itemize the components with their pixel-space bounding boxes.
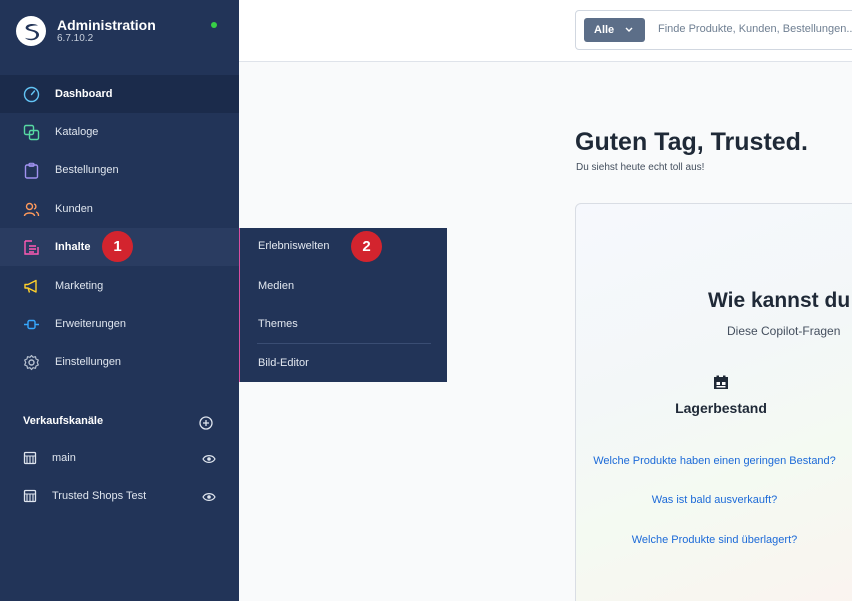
- chevron-down-icon: [625, 27, 633, 32]
- copilot-question-link[interactable]: Was ist bald ausverkauft?: [576, 492, 852, 509]
- gear-icon: [23, 354, 40, 371]
- copilot-card: Wie kannst du Diese Copilot-Fragen Lager…: [575, 203, 852, 601]
- topbar: Alle: [239, 0, 852, 62]
- page-subtitle: Du siehst heute echt toll aus!: [576, 162, 705, 173]
- app-version: 6.7.10.2: [57, 33, 94, 44]
- warehouse-icon: [714, 375, 728, 389]
- app-title: Administration: [57, 17, 156, 33]
- flyout-item-medien[interactable]: Medien: [258, 280, 294, 292]
- gauge-icon: [23, 86, 40, 103]
- catalog-icon: [23, 124, 40, 141]
- megaphone-icon: [23, 278, 40, 295]
- nav-label: Bestellungen: [55, 164, 119, 176]
- step-badge-2: 2: [351, 231, 382, 262]
- storefront-icon: [23, 489, 37, 503]
- search-input[interactable]: [658, 23, 852, 35]
- nav-label: Marketing: [55, 280, 104, 292]
- nav-label: Kataloge: [55, 126, 99, 138]
- eye-icon[interactable]: [202, 453, 216, 465]
- flyout-item-bild-editor[interactable]: Bild-Editor: [258, 357, 309, 369]
- plug-icon: [23, 316, 40, 333]
- copilot-subtitle: Diese Copilot-Fragen: [727, 324, 841, 338]
- shopware-logo-icon: [16, 16, 46, 46]
- sales-channels-heading: Verkaufskanäle: [23, 415, 104, 427]
- global-search[interactable]: Alle: [575, 10, 852, 50]
- content-flyout-menu: Erlebniswelten Medien Themes Bild-Editor: [239, 228, 447, 382]
- copilot-category: Lagerbestand: [675, 400, 767, 416]
- sidebar: Administration 6.7.10.2 Dashboard Katalo…: [0, 0, 239, 601]
- search-type-label: Alle: [594, 24, 615, 36]
- add-sales-channel-icon[interactable]: [199, 416, 213, 430]
- nav-item-erweiterungen[interactable]: Erweiterungen: [0, 305, 239, 343]
- nav-item-kataloge[interactable]: Kataloge: [0, 113, 239, 151]
- nav-label: Einstellungen: [55, 356, 122, 368]
- nav-item-kunden[interactable]: Kunden: [0, 190, 239, 228]
- nav-label: Dashboard: [55, 88, 113, 100]
- nav-item-bestellungen[interactable]: Bestellungen: [0, 151, 239, 189]
- clipboard-icon: [23, 162, 40, 179]
- eye-icon[interactable]: [202, 491, 216, 503]
- flyout-item-erlebniswelten[interactable]: Erlebniswelten: [258, 240, 330, 252]
- storefront-icon: [23, 451, 37, 465]
- step-badge-1: 1: [102, 231, 133, 262]
- page-title: Guten Tag, Trusted.: [575, 128, 808, 156]
- nav-item-marketing[interactable]: Marketing: [0, 267, 239, 305]
- copilot-question-link[interactable]: Welche Produkte haben einen geringen Bes…: [576, 453, 852, 470]
- brand[interactable]: Administration 6.7.10.2: [0, 0, 239, 62]
- status-dot-icon: [211, 22, 217, 28]
- sales-channel-label: Trusted Shops Test: [52, 490, 147, 502]
- sales-channel-main[interactable]: main: [0, 442, 239, 476]
- sales-channel-label: main: [52, 452, 76, 464]
- nav-item-dashboard[interactable]: Dashboard: [0, 75, 239, 113]
- nav-label: Inhalte: [55, 241, 91, 253]
- nav-label: Kunden: [55, 203, 93, 215]
- flyout-item-themes[interactable]: Themes: [258, 318, 298, 330]
- customers-icon: [23, 201, 40, 218]
- copilot-title: Wie kannst du: [708, 289, 851, 312]
- flyout-divider: [257, 343, 431, 344]
- nav-label: Erweiterungen: [55, 318, 126, 330]
- sales-channel-trusted-shops-test[interactable]: Trusted Shops Test: [0, 480, 239, 514]
- content-icon: [23, 239, 40, 256]
- copilot-question-link[interactable]: Welche Produkte sind überlagert?: [576, 532, 852, 549]
- search-type-dropdown[interactable]: Alle: [584, 18, 645, 42]
- nav-item-einstellungen[interactable]: Einstellungen: [0, 343, 239, 381]
